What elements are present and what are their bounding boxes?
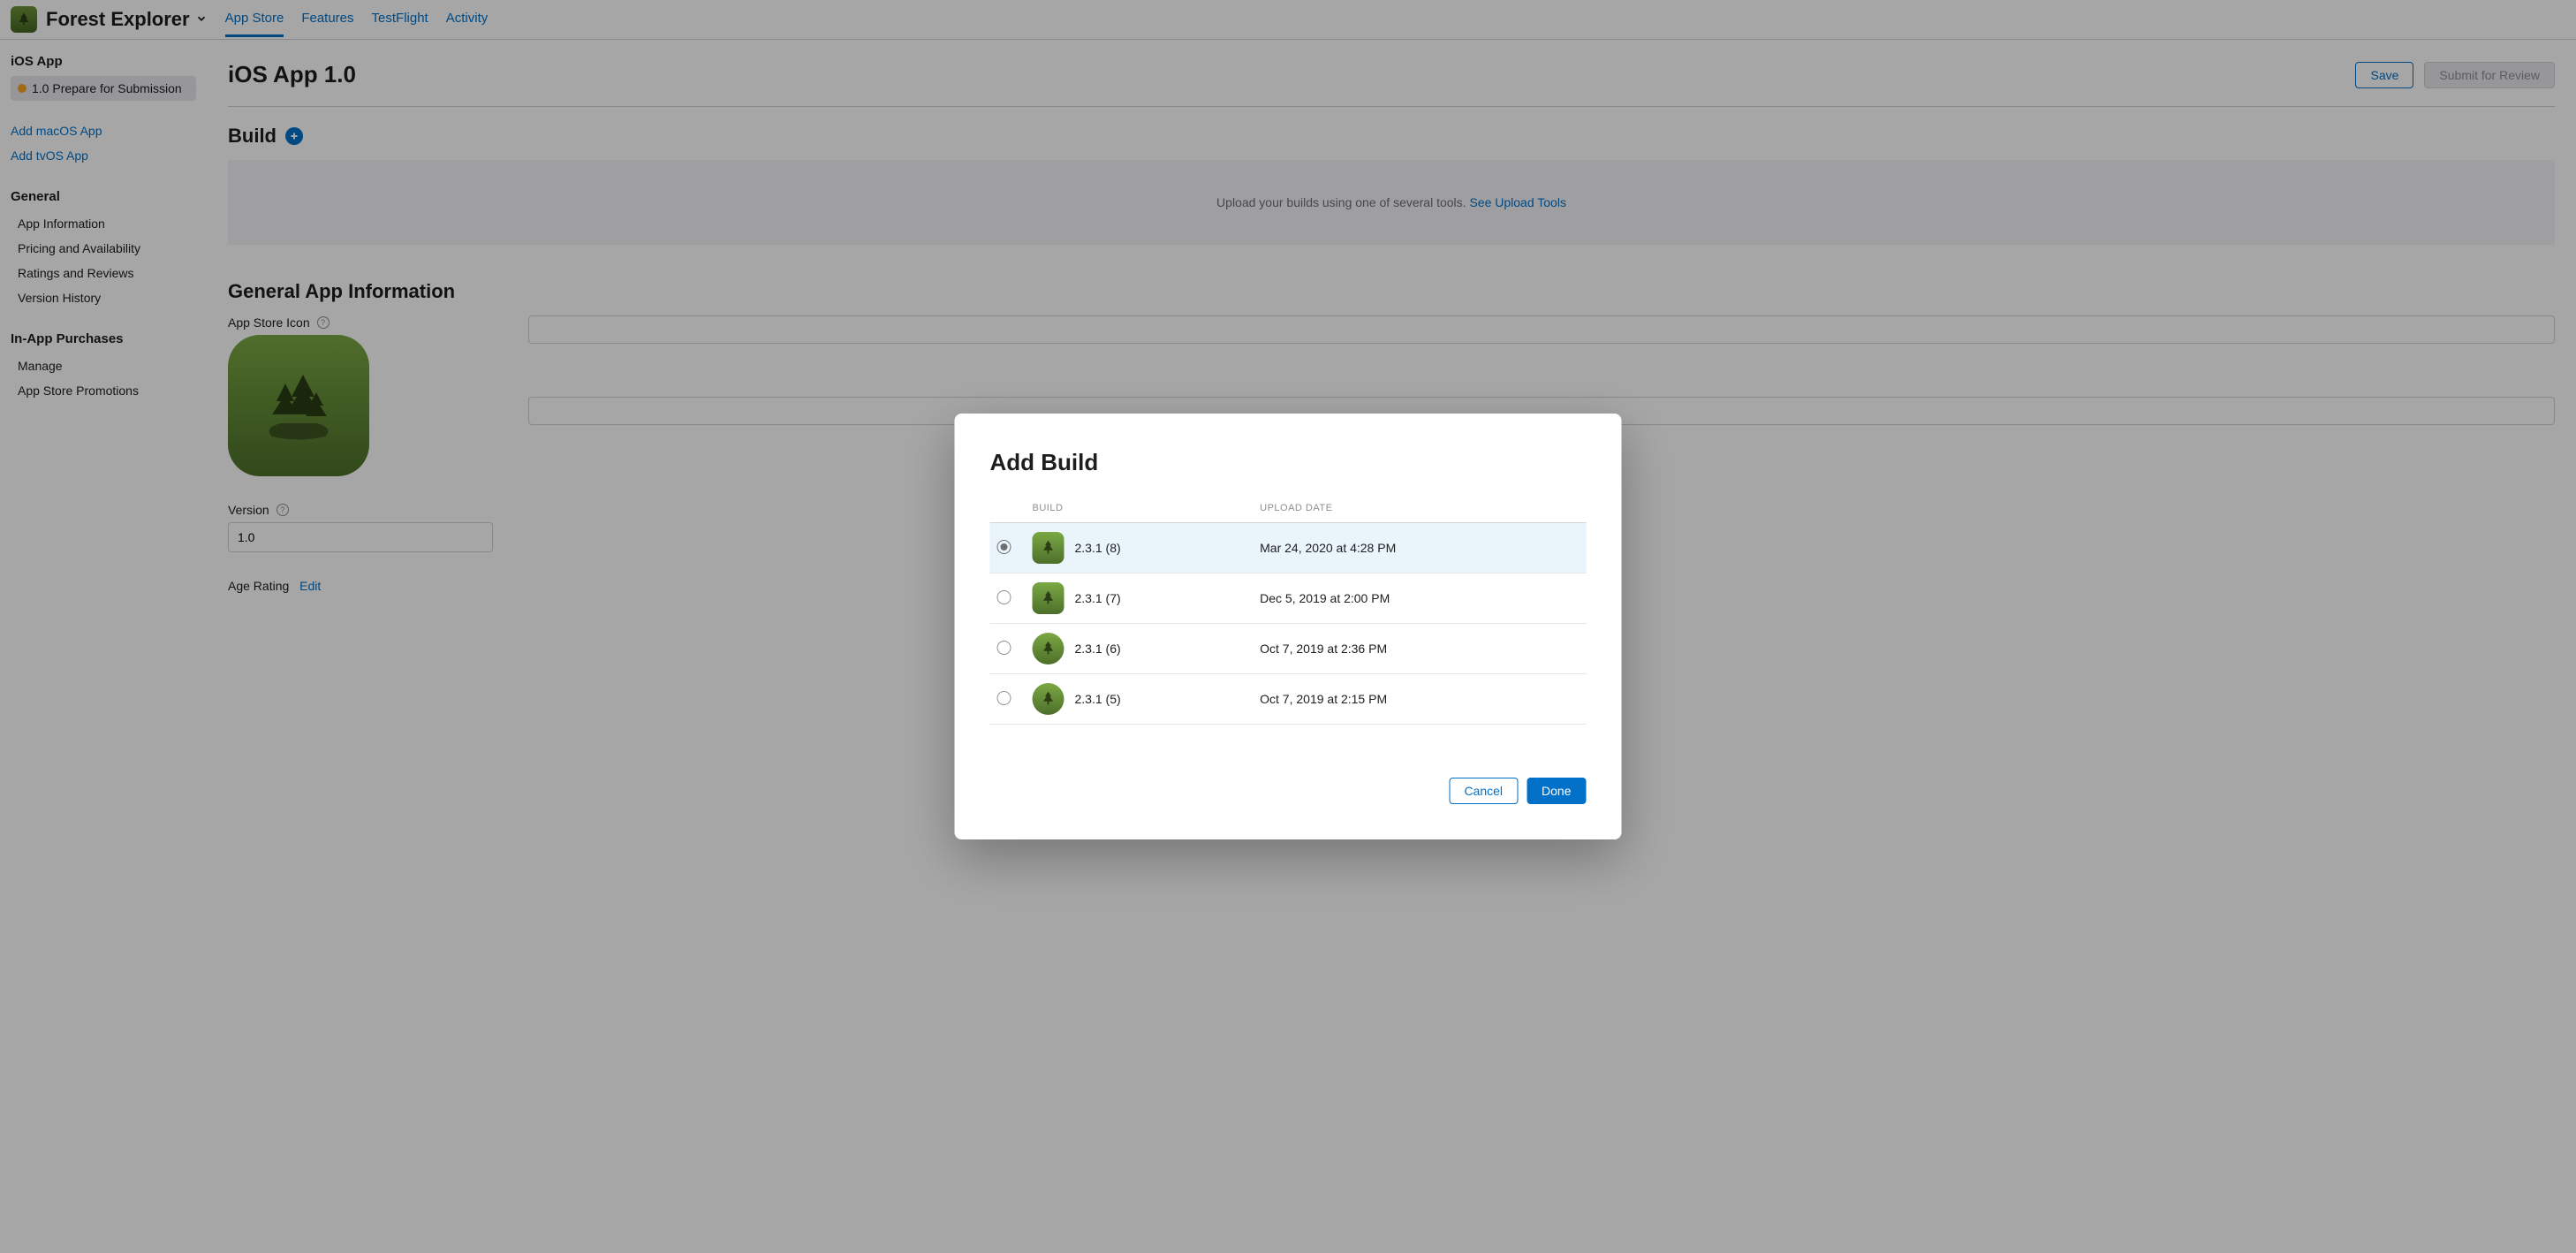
col-build: BUILD [1026,494,1254,523]
build-row[interactable]: 2.3.1 (8) Mar 24, 2020 at 4:28 PM [990,523,1587,573]
build-upload-date: Dec 5, 2019 at 2:00 PM [1253,573,1586,624]
build-app-icon [1033,683,1064,715]
build-row[interactable]: 2.3.1 (5) Oct 7, 2019 at 2:15 PM [990,674,1587,725]
radio-button[interactable] [997,691,1011,705]
build-upload-date: Oct 7, 2019 at 2:36 PM [1253,624,1586,674]
modal-title: Add Build [990,449,1587,476]
radio-button[interactable] [997,540,1011,554]
build-row[interactable]: 2.3.1 (6) Oct 7, 2019 at 2:36 PM [990,624,1587,674]
build-row[interactable]: 2.3.1 (7) Dec 5, 2019 at 2:00 PM [990,573,1587,624]
build-app-icon [1033,633,1064,664]
build-version: 2.3.1 (7) [1075,591,1121,605]
build-app-icon [1033,532,1064,564]
col-upload-date: UPLOAD DATE [1253,494,1586,523]
build-version: 2.3.1 (5) [1075,692,1121,706]
add-build-modal: Add Build BUILD UPLOAD DATE 2.3.1 (8) Mar… [955,414,1622,839]
build-table: BUILD UPLOAD DATE 2.3.1 (8) Mar 24, 2020 … [990,494,1587,725]
done-button[interactable]: Done [1527,778,1586,804]
radio-button[interactable] [997,590,1011,604]
build-version: 2.3.1 (6) [1075,642,1121,656]
build-version: 2.3.1 (8) [1075,541,1121,555]
build-upload-date: Mar 24, 2020 at 4:28 PM [1253,523,1586,573]
build-upload-date: Oct 7, 2019 at 2:15 PM [1253,674,1586,725]
cancel-button[interactable]: Cancel [1449,778,1518,804]
radio-button[interactable] [997,641,1011,655]
build-app-icon [1033,582,1064,614]
